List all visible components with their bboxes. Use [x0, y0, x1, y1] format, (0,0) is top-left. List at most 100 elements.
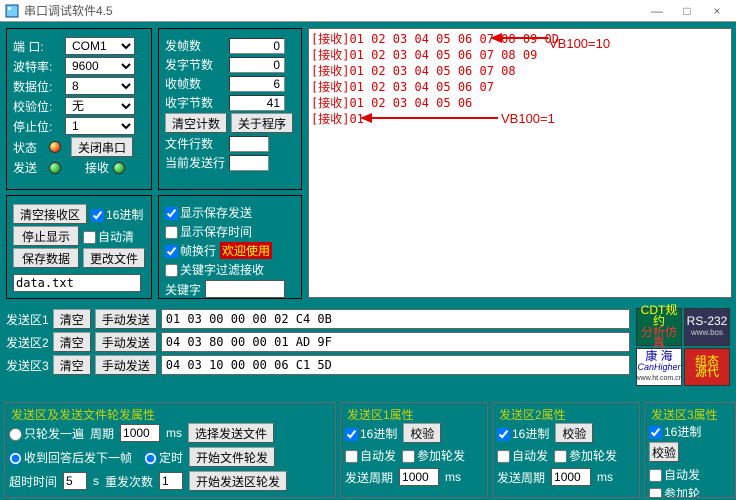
send2-manual-button[interactable]: 手动发送 [95, 332, 157, 352]
display-options-panel: 显示保存发送 显示保存时间 帧换行欢迎使用 关键字过滤接收 关键字 [158, 195, 302, 299]
log-line: [接收]01 02 03 04 05 06 07 08 09 [311, 47, 729, 63]
g1-join-checkbox[interactable] [402, 450, 415, 463]
annotation-1: VB100=10 [549, 36, 610, 51]
status-label: 状态 [13, 139, 45, 156]
recvbytes-label: 收字节数 [165, 94, 225, 111]
show-save-time-checkbox[interactable] [165, 226, 178, 239]
change-file-button[interactable]: 更改文件 [83, 248, 145, 268]
port-panel: 端 口:COM1 波特率:9600 数据位:8 校验位:无 停止位:1 状态 关闭… [6, 28, 152, 190]
status-led [49, 141, 61, 153]
annotation-2: VB100=1 [501, 111, 555, 126]
log-area[interactable]: [接收]01 02 03 04 05 06 07 08 09 0D [接收]01… [308, 28, 732, 298]
minimize-button[interactable]: — [642, 4, 672, 18]
stopbits-label: 停止位: [13, 118, 61, 135]
send-cycle-group: 发送区及发送文件轮发属性 只轮发一遍 周期 ms 选择发送文件 收到回答后发下一… [4, 402, 336, 498]
g3-verify-button[interactable]: 校验 [649, 442, 679, 462]
g2-auto-checkbox[interactable] [497, 450, 510, 463]
g1-hex-checkbox[interactable] [345, 428, 358, 441]
g3-auto-checkbox[interactable] [649, 469, 662, 482]
sendframes-label: 发帧数 [165, 37, 225, 54]
hex-checkbox[interactable] [91, 209, 104, 222]
recv-label: 接收 [85, 159, 109, 176]
ad-canhigher[interactable]: 康 海CanHigherwww.ht.com.cn [636, 348, 682, 386]
g1-verify-button[interactable]: 校验 [403, 423, 441, 443]
port-label: 端 口: [13, 38, 61, 55]
parity-label: 校验位: [13, 98, 61, 115]
ad-rs232[interactable]: RS-232www.bos [684, 308, 730, 346]
g3-join-checkbox[interactable] [649, 488, 662, 498]
send1-label: 发送区1 [6, 311, 49, 328]
g2-join-checkbox[interactable] [554, 450, 567, 463]
close-button[interactable]: × [702, 4, 732, 18]
log-line: [接收]01 02 03 04 05 06 07 08 [311, 63, 729, 79]
app-icon [4, 3, 20, 19]
period-input[interactable] [120, 424, 160, 442]
send3-manual-button[interactable]: 手动发送 [95, 355, 157, 375]
baud-select[interactable]: 9600 [65, 57, 135, 75]
close-port-button[interactable]: 关闭串口 [71, 137, 133, 157]
save-data-button[interactable]: 保存数据 [13, 248, 79, 268]
send2-clear-button[interactable]: 清空 [53, 332, 91, 352]
baud-label: 波特率: [13, 58, 61, 75]
start-area-button[interactable]: 开始发送区轮发 [189, 471, 287, 491]
g2-period-input[interactable] [551, 468, 591, 486]
send3-label: 发送区3 [6, 357, 49, 374]
recv-options-panel: 清空接收区16进制 停止显示自动清 保存数据更改文件 [6, 195, 152, 299]
recvbytes-value: 41 [229, 95, 285, 111]
retry-input[interactable] [159, 472, 183, 490]
port-select[interactable]: COM1 [65, 37, 135, 55]
sendbytes-value: 0 [229, 57, 285, 73]
send3-group: 发送区3属性 16进制校验 自动发参加轮 发送周期 [644, 402, 736, 498]
keyword-filter-checkbox[interactable] [165, 264, 178, 277]
keyword-input[interactable] [205, 280, 285, 298]
g2-verify-button[interactable]: 校验 [555, 423, 593, 443]
stopbits-select[interactable]: 1 [65, 117, 135, 135]
send1-input[interactable] [161, 309, 630, 329]
databits-select[interactable]: 8 [65, 77, 135, 95]
timeout-input[interactable] [63, 472, 87, 490]
ad-cdt[interactable]: CDT规约分析仿真 [636, 308, 682, 346]
show-save-send-checkbox[interactable] [165, 207, 178, 220]
sendbytes-label: 发字节数 [165, 56, 225, 73]
filelines-label: 文件行数 [165, 135, 225, 152]
autoclear-checkbox[interactable] [83, 231, 96, 244]
group-main-legend: 发送区及发送文件轮发属性 [9, 406, 331, 423]
send2-group: 发送区2属性 16进制校验 自动发参加轮发 发送周期ms [492, 402, 640, 498]
select-file-button[interactable]: 选择发送文件 [188, 423, 274, 443]
keyword-label: 关键字 [165, 281, 201, 298]
send1-group: 发送区1属性 16进制校验 自动发参加轮发 发送周期ms [340, 402, 488, 498]
send1-clear-button[interactable]: 清空 [53, 309, 91, 329]
window-title: 串口调试软件4.5 [24, 2, 642, 19]
send2-input[interactable] [161, 332, 630, 352]
recv-led [113, 162, 125, 174]
start-file-button[interactable]: 开始文件轮发 [189, 447, 275, 467]
log-line: [接收]01 02 03 04 05 06 [311, 95, 729, 111]
timed-radio[interactable] [144, 452, 157, 465]
counter-panel: 发帧数0 发字节数0 收帧数6 收字节数41 清空计数关于程序 文件行数 当前发… [158, 28, 302, 190]
send-area: 发送区1 清空 手动发送 发送区2 清空 手动发送 发送区3 清空 手动发送 [6, 306, 630, 378]
stop-display-button[interactable]: 停止显示 [13, 226, 79, 246]
send2-label: 发送区2 [6, 334, 49, 351]
maximize-button[interactable]: □ [672, 4, 702, 18]
g3-hex-checkbox[interactable] [649, 426, 662, 439]
parity-select[interactable]: 无 [65, 97, 135, 115]
g2-hex-checkbox[interactable] [497, 428, 510, 441]
send3-input[interactable] [161, 355, 630, 375]
group3-legend: 发送区3属性 [649, 406, 731, 423]
send-led [49, 162, 61, 174]
frame-wrap-checkbox[interactable] [165, 245, 178, 258]
only-once-radio[interactable] [9, 428, 22, 441]
g1-period-input[interactable] [399, 468, 439, 486]
recv-reply-radio[interactable] [9, 452, 22, 465]
databits-label: 数据位: [13, 78, 61, 95]
recvframes-value: 6 [229, 76, 285, 92]
send1-manual-button[interactable]: 手动发送 [95, 309, 157, 329]
send3-clear-button[interactable]: 清空 [53, 355, 91, 375]
file-input[interactable] [13, 274, 141, 292]
clear-count-button[interactable]: 清空计数 [165, 113, 227, 133]
clear-recv-button[interactable]: 清空接收区 [13, 204, 87, 224]
about-button[interactable]: 关于程序 [231, 113, 293, 133]
g1-auto-checkbox[interactable] [345, 450, 358, 463]
ad-zutai[interactable]: 组态源代 [684, 348, 730, 386]
cursend-label: 当前发送行 [165, 154, 225, 171]
